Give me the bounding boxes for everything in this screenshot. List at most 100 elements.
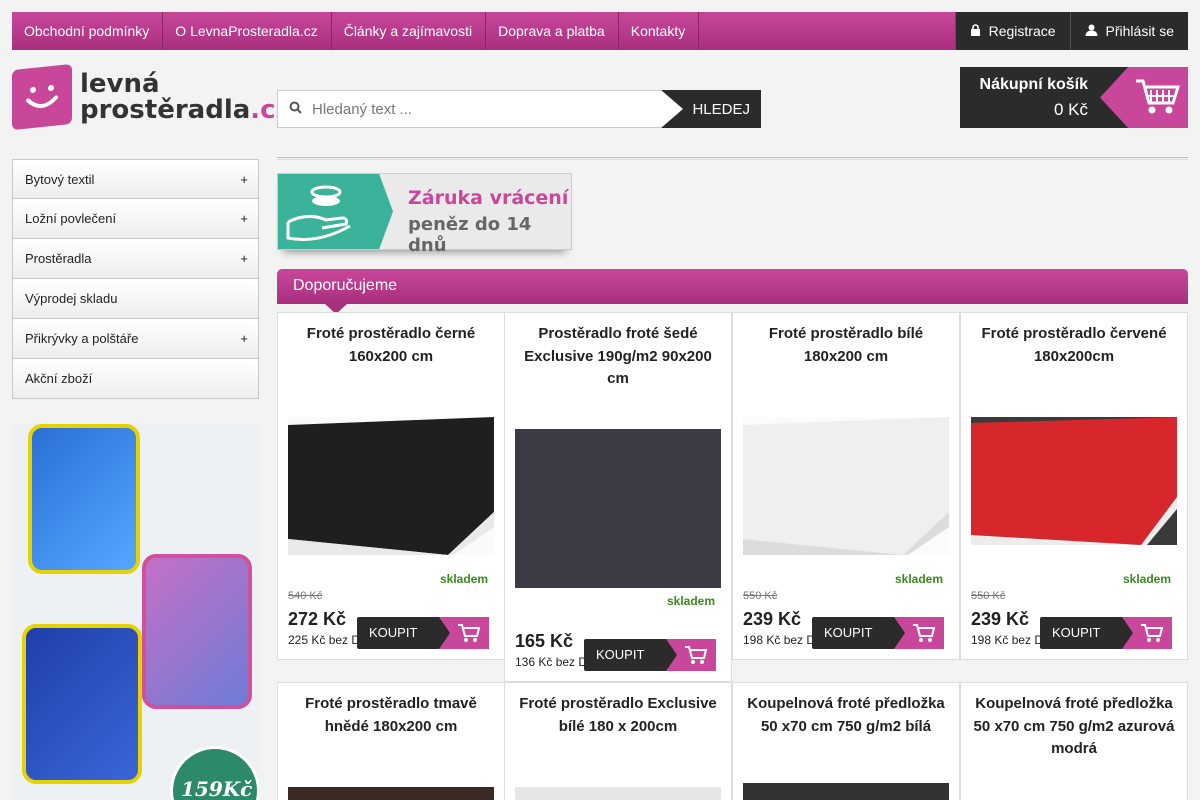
sidebar-item-label: Výprodej skladu — [25, 291, 118, 306]
product-price: 239 Kč — [743, 609, 802, 629]
hand-coin-icon — [278, 174, 393, 249]
product-card: Froté prostěradlo černé 160x200 cm sklad… — [277, 312, 505, 660]
nav-link-shipping[interactable]: Doprava a platba — [486, 12, 619, 50]
product-name[interactable]: Froté prostěradlo černé 160x200 cm — [288, 323, 494, 368]
product-card: Froté prostěradlo bílé 180x200 cm sklade… — [732, 312, 960, 660]
cart-title: Nákupní košík — [979, 76, 1088, 93]
sidebar-item-bedding[interactable]: Ložní povlečení + — [12, 199, 259, 239]
cart-icon — [458, 624, 481, 642]
buy-label: KOUPIT — [369, 625, 418, 640]
sidebar-item-sheets[interactable]: Prostěradla + — [12, 239, 259, 279]
search-icon — [278, 101, 312, 117]
search-bar: HLEDEJ — [277, 90, 761, 128]
buy-button[interactable]: KOUPIT — [584, 639, 716, 671]
old-price: 540 Kč — [288, 590, 323, 602]
logo-line1: levná — [80, 69, 160, 99]
product-card: Froté prostěradlo Exclusive bílé 180 x 2… — [504, 682, 732, 800]
site-logo[interactable]: levná prostěradla.cz — [12, 63, 291, 131]
logo-line2: prostěradla.cz — [80, 97, 291, 123]
product-image[interactable] — [515, 787, 721, 800]
cart-icon — [1141, 624, 1164, 642]
product-card: Prostěradlo froté šedé Exclusive 190g/m2… — [504, 312, 732, 682]
product-image[interactable] — [515, 429, 721, 588]
login-label: Přihlásit se — [1105, 23, 1174, 39]
stock-status: skladem — [894, 572, 943, 586]
product-name[interactable]: Koupelnová froté předložka 50 x70 cm 750… — [971, 693, 1177, 761]
nav-link-articles[interactable]: Články a zajímavosti — [332, 12, 487, 50]
product-price: 272 Kč — [288, 609, 347, 629]
category-sidebar: Bytový textil + Ložní povlečení + Prostěra… — [12, 159, 259, 399]
old-price: 550 Kč — [743, 590, 778, 602]
product-card: Koupelnová froté předložka 50 x70 cm 750… — [732, 682, 960, 800]
product-name[interactable]: Koupelnová froté předložka 50 x70 cm 750… — [743, 693, 949, 738]
expand-icon[interactable]: + — [240, 331, 248, 346]
sidebar-item-label: Přikrývky a polštáře — [25, 331, 139, 346]
buy-button[interactable]: KOUPIT — [812, 617, 944, 649]
buy-label: KOUPIT — [824, 625, 873, 640]
cart-icon — [1100, 67, 1188, 128]
section-title: Doporučujeme — [293, 277, 398, 294]
product-image[interactable] — [288, 787, 494, 800]
product-card: Froté prostěradlo červené 180x200cm skla… — [960, 312, 1188, 660]
backpack-image — [28, 424, 140, 574]
product-name[interactable]: Froté prostěradlo bílé 180x200 cm — [743, 323, 949, 368]
buy-label: KOUPIT — [596, 647, 645, 662]
expand-icon[interactable]: + — [240, 251, 248, 266]
sidebar-item-label: Ložní povlečení — [25, 211, 117, 226]
lock-icon — [970, 23, 981, 39]
promo-price-badge: 159Kč — [170, 746, 259, 800]
cart-icon — [685, 646, 708, 664]
buy-button[interactable]: KOUPIT — [357, 617, 489, 649]
cart-total: 0 Kč — [1053, 100, 1088, 119]
buy-label: KOUPIT — [1052, 625, 1101, 640]
product-name[interactable]: Froté prostěradlo Exclusive bílé 180 x 2… — [515, 693, 721, 738]
nav-link-terms[interactable]: Obchodní podmínky — [12, 12, 164, 50]
product-card: Froté prostěradlo tmavě hnědé 180x200 cm — [277, 682, 505, 800]
sidebar-item-duvets-pillows[interactable]: Přikrývky a polštáře + — [12, 319, 259, 359]
logo-text: levná prostěradla.cz — [80, 71, 291, 123]
login-button[interactable]: Přihlásit se — [1069, 12, 1188, 50]
stock-status: skladem — [439, 572, 488, 586]
product-card: Koupelnová froté předložka 50 x70 cm 750… — [960, 682, 1188, 800]
sidebar-item-label: Bytový textil — [25, 171, 95, 187]
register-button[interactable]: Registrace — [954, 12, 1070, 50]
product-image[interactable] — [743, 783, 949, 800]
sidebar-item-sale[interactable]: Akční zboží — [12, 359, 259, 399]
cart-icon — [913, 624, 936, 642]
recommended-heading: Doporučujeme — [277, 269, 1188, 314]
product-price: 165 Kč — [515, 631, 574, 651]
banner-title: Záruka vrácení — [408, 187, 569, 209]
old-price: 550 Kč — [971, 590, 1006, 602]
product-price: 239 Kč — [971, 609, 1030, 629]
shopping-cart[interactable]: Nákupní košík 0 Kč — [960, 67, 1188, 128]
product-image[interactable] — [971, 417, 1177, 545]
sidebar-item-clearance[interactable]: Výprodej skladu — [12, 279, 259, 319]
sidebar-item-label: Prostěradla — [25, 251, 92, 266]
header-divider — [277, 157, 1188, 160]
nav-link-about[interactable]: O LevnaProsteradla.cz — [163, 12, 332, 50]
logo-word: prostěradla — [80, 95, 251, 125]
product-image[interactable] — [288, 417, 494, 555]
backpack-image — [22, 624, 142, 784]
money-back-banner[interactable]: Záruka vrácení peněz do 14 dnů — [277, 173, 572, 256]
product-name[interactable]: Froté prostěradlo tmavě hnědé 180x200 cm — [288, 693, 494, 738]
smiley-logo-icon — [12, 63, 72, 131]
stock-status: skladem — [1122, 572, 1171, 586]
stock-status: skladem — [666, 594, 715, 608]
buy-button[interactable]: KOUPIT — [1040, 617, 1172, 649]
register-label: Registrace — [988, 23, 1056, 39]
product-name[interactable]: Prostěradlo froté šedé Exclusive 190g/m2… — [515, 323, 721, 391]
expand-icon[interactable]: + — [240, 172, 248, 187]
top-navigation: Obchodní podmínky O LevnaProsteradla.cz … — [12, 12, 1188, 50]
banner-subtitle: peněz do 14 dnů — [408, 214, 532, 256]
product-image[interactable] — [743, 417, 949, 555]
backpack-image — [142, 554, 252, 709]
expand-icon[interactable]: + — [240, 211, 248, 226]
backpack-promo-banner[interactable]: 159Kč — [12, 424, 259, 800]
nav-link-contacts[interactable]: Kontakty — [619, 12, 700, 50]
product-name[interactable]: Froté prostěradlo červené 180x200cm — [971, 323, 1177, 368]
sidebar-item-home-textile[interactable]: Bytový textil + — [12, 159, 259, 199]
sidebar-item-label: Akční zboží — [25, 371, 93, 386]
user-icon — [1085, 24, 1098, 39]
